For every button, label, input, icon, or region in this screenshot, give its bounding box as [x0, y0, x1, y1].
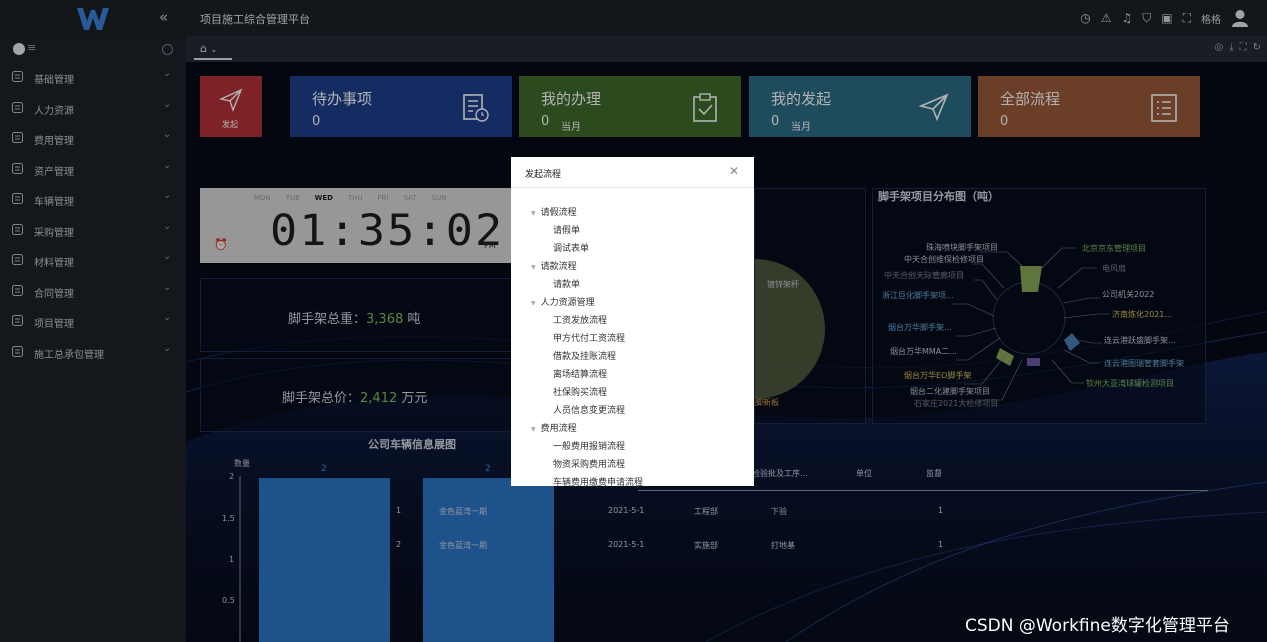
tree-item[interactable]: 物资采购费用流程 — [553, 457, 625, 470]
tree-label: 一般费用报销流程 — [553, 442, 626, 452]
tree-item[interactable]: 人员信息变更流程 — [553, 403, 625, 416]
tree-group[interactable]: ▼ 请假流程 — [531, 205, 577, 218]
dialog-header: 发起流程 ✕ — [511, 157, 754, 188]
tree-item[interactable]: 社保购买流程 — [553, 385, 607, 398]
caret-down-icon[interactable]: ▼ — [531, 300, 536, 307]
tree-label: 调试表单 — [553, 244, 590, 254]
tree-label: 请假单 — [553, 226, 581, 236]
tree-label: 甲方代付工资流程 — [553, 334, 626, 344]
tree-label: 工资发放流程 — [553, 316, 608, 326]
tree-label: 社保购买流程 — [553, 388, 608, 398]
tree-label: 车辆费用缴费申请流程 — [553, 478, 644, 486]
caret-down-icon[interactable]: ▼ — [531, 426, 536, 433]
tree-item[interactable]: 离场结算流程 — [553, 367, 607, 380]
caret-down-icon[interactable]: ▼ — [531, 264, 536, 271]
caret-down-icon[interactable]: ▼ — [531, 210, 536, 217]
tree-label: 请假流程 — [540, 208, 577, 218]
tree-group[interactable]: ▼ 请款流程 — [531, 259, 577, 272]
tree-group[interactable]: ▼ 费用流程 — [531, 421, 577, 434]
tree-label: 物资采购费用流程 — [553, 460, 626, 470]
app-root: « ≡ 基础管理 ⌄ 人力资源 ⌄ 费用管理 ⌄ 资产管理 ⌄ 车辆管理 ⌄ 采购管理 ⌄ 材料管理 ⌄ 合… — [0, 0, 1267, 642]
dialog-title: 发起流程 — [525, 170, 562, 180]
tree-item[interactable]: 借款及挂账流程 — [553, 349, 616, 362]
tree-item[interactable]: 工资发放流程 — [553, 313, 607, 326]
tree-label: 费用流程 — [540, 424, 577, 434]
tree-item[interactable]: 请款单 — [553, 277, 580, 290]
tree-label: 人员信息变更流程 — [553, 406, 626, 416]
tree-item[interactable]: 请假单 — [553, 223, 580, 236]
tree-item[interactable]: 甲方代付工资流程 — [553, 331, 625, 344]
tree-item[interactable]: 车辆费用缴费申请流程 — [553, 475, 643, 486]
tree-group[interactable]: ▼ 人力资源管理 — [531, 295, 595, 308]
tree-label: 请款流程 — [540, 262, 577, 272]
watermark: CSDN @Workfine数字化管理平台 — [965, 616, 1230, 636]
start-process-dialog: 发起流程 ✕ ▼ 请假流程请假单调试表单 ▼ 请款流程请款单 ▼ 人力资源管理工资发放流程… — [511, 157, 754, 486]
tree-label: 请款单 — [553, 280, 581, 290]
tree-label: 离场结算流程 — [553, 370, 608, 380]
tree-item[interactable]: 调试表单 — [553, 241, 589, 254]
close-icon[interactable]: ✕ — [729, 164, 739, 178]
tree-label: 借款及挂账流程 — [553, 352, 617, 362]
tree-item[interactable]: 一般费用报销流程 — [553, 439, 625, 452]
tree-label: 人力资源管理 — [540, 298, 595, 308]
